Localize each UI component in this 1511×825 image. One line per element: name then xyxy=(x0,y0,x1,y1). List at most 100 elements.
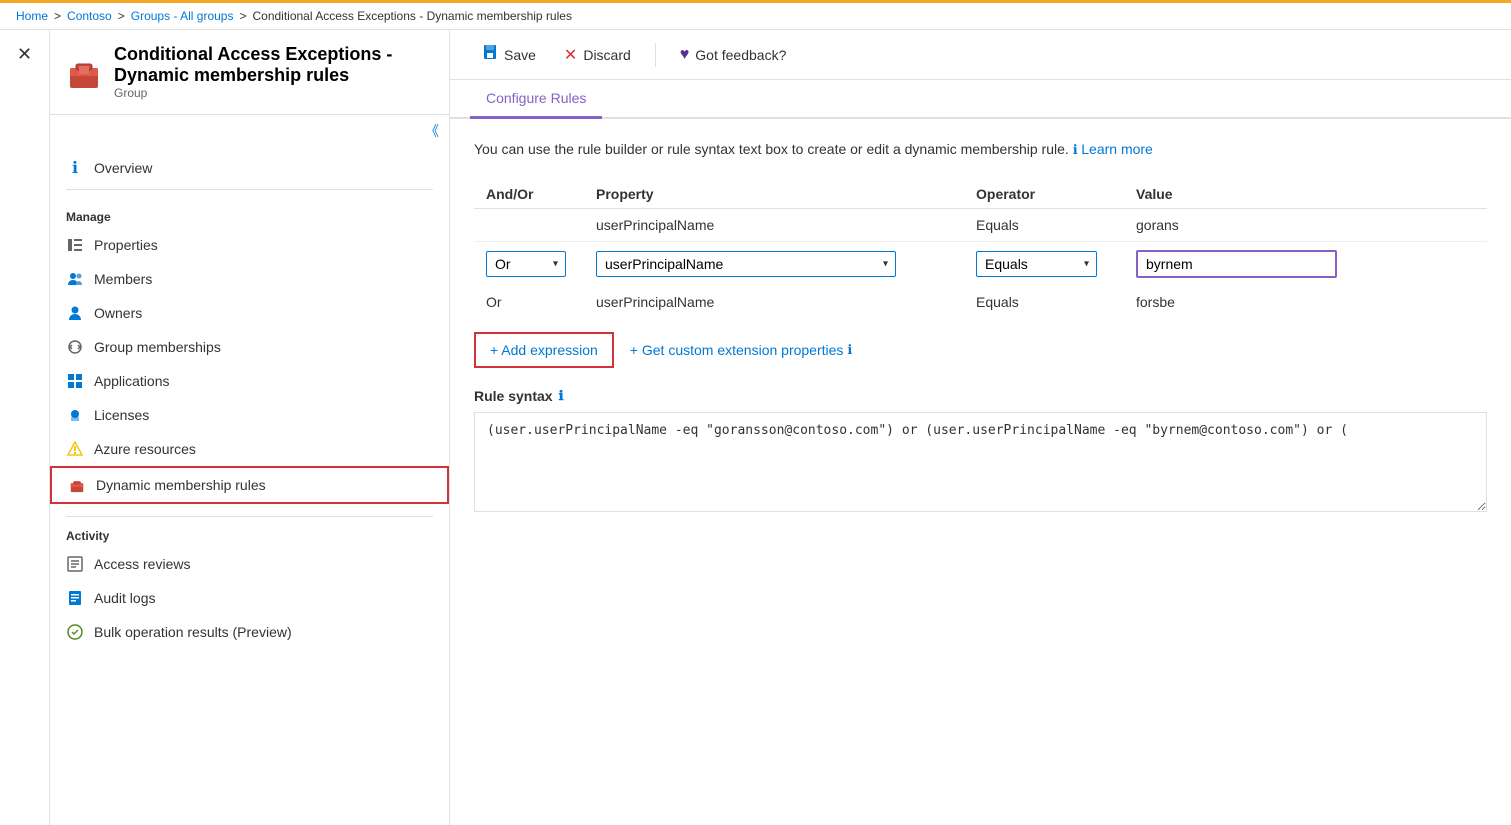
row3-andor: Or xyxy=(474,286,584,318)
nav-section-overview: ℹ Overview xyxy=(50,147,449,198)
custom-info-icon[interactable]: ℹ xyxy=(847,342,852,358)
row2-value-cell xyxy=(1124,242,1487,287)
row3-value: forsbe xyxy=(1124,286,1487,318)
breadcrumb-current: Conditional Access Exceptions - Dynamic … xyxy=(252,9,571,23)
content-area: You can use the rule builder or rule syn… xyxy=(450,119,1511,825)
azure-resources-icon xyxy=(66,440,84,458)
save-button[interactable]: Save xyxy=(470,38,548,71)
breadcrumb-groups[interactable]: Groups - All groups xyxy=(131,9,234,23)
description-text: You can use the rule builder or rule syn… xyxy=(474,139,1487,160)
licenses-icon xyxy=(66,406,84,424)
row2-property-cell: userPrincipalName displayName mail depar… xyxy=(584,242,964,287)
row2-operator-cell: Equals Not Equals Contains Not Contains … xyxy=(964,242,1124,287)
sidebar-item-properties[interactable]: Properties xyxy=(50,228,449,262)
sidebar-item-label: Audit logs xyxy=(94,590,155,606)
row3-property: userPrincipalName xyxy=(584,286,964,318)
info-icon: ℹ xyxy=(66,159,84,177)
breadcrumb: Home > Contoso > Groups - All groups > C… xyxy=(0,0,1511,30)
main-content: Save ✕ Discard ♥ Got feedback? Configure… xyxy=(450,30,1511,825)
rules-table: And/Or Property Operator Value userPrinc… xyxy=(474,180,1487,318)
owners-icon xyxy=(66,304,84,322)
col-header-property: Property xyxy=(584,180,964,209)
sidebar-item-access-reviews[interactable]: Access reviews xyxy=(50,547,449,581)
rule-syntax-info-icon[interactable]: ℹ xyxy=(559,388,564,404)
col-header-value: Value xyxy=(1124,180,1487,209)
applications-icon xyxy=(66,372,84,390)
sidebar-item-group-memberships[interactable]: Group memberships xyxy=(50,330,449,364)
sidebar-item-applications[interactable]: Applications xyxy=(50,364,449,398)
description-info-icon[interactable]: ℹ xyxy=(1073,142,1082,157)
manage-label: Manage xyxy=(50,202,449,228)
sidebar-item-audit-logs[interactable]: Audit logs xyxy=(50,581,449,615)
row1-property: userPrincipalName xyxy=(584,209,964,242)
sidebar-item-licenses[interactable]: Licenses xyxy=(50,398,449,432)
sidebar-item-overview[interactable]: ℹ Overview xyxy=(50,151,449,185)
sidebar-item-label: Members xyxy=(94,271,152,287)
value-input[interactable] xyxy=(1136,250,1337,278)
operator-select-wrapper: Equals Not Equals Contains Not Contains … xyxy=(976,251,1097,277)
discard-label: Discard xyxy=(583,47,630,63)
nav-section-activity: Activity Access reviews Audit logs Bulk … xyxy=(50,508,449,653)
operator-select[interactable]: Equals Not Equals Contains Not Contains … xyxy=(976,251,1097,277)
sidebar-item-label: Azure resources xyxy=(94,441,196,457)
property-select[interactable]: userPrincipalName displayName mail depar… xyxy=(596,251,896,277)
properties-icon xyxy=(66,236,84,254)
andor-select[interactable]: Or And xyxy=(486,251,566,277)
close-column: ✕ xyxy=(0,30,50,825)
breadcrumb-contoso[interactable]: Contoso xyxy=(67,9,112,23)
sidebar-item-label: Owners xyxy=(94,305,142,321)
feedback-label: Got feedback? xyxy=(695,47,786,63)
feedback-button[interactable]: ♥ Got feedback? xyxy=(668,40,799,70)
sidebar-item-label: Licenses xyxy=(94,407,149,423)
sidebar-item-label: Properties xyxy=(94,237,158,253)
toolbar-divider xyxy=(655,43,656,67)
col-header-andor: And/Or xyxy=(474,180,584,209)
sidebar-collapse-button[interactable]: 《 xyxy=(425,121,439,141)
sidebar-item-label: Dynamic membership rules xyxy=(96,477,266,493)
header-icon xyxy=(66,54,102,90)
activity-label: Activity xyxy=(50,521,449,547)
feedback-icon: ♥ xyxy=(680,46,690,64)
table-row-edit: Or And ▾ userPrincipalName displayName xyxy=(474,242,1487,287)
row3-operator: Equals xyxy=(964,286,1124,318)
sidebar-item-label: Applications xyxy=(94,373,170,389)
row1-andor xyxy=(474,209,584,242)
rule-syntax-textarea[interactable] xyxy=(474,412,1487,512)
tab-configure-rules[interactable]: Configure Rules xyxy=(470,80,602,119)
page-subtitle: Group xyxy=(114,86,433,100)
discard-button[interactable]: ✕ Discard xyxy=(552,39,643,71)
nav-divider-activity xyxy=(66,516,433,517)
row2-andor-cell: Or And ▾ xyxy=(474,242,584,287)
nav-section-manage: Manage Properties Members Owners xyxy=(50,198,449,508)
page-title: Conditional Access Exceptions - Dynamic … xyxy=(114,44,433,86)
members-icon xyxy=(66,270,84,288)
sidebar-item-label: Group memberships xyxy=(94,339,221,355)
page-header: Conditional Access Exceptions - Dynamic … xyxy=(50,30,449,115)
sidebar-item-bulk-operations[interactable]: Bulk operation results (Preview) xyxy=(50,615,449,649)
property-select-wrapper: userPrincipalName displayName mail depar… xyxy=(596,251,896,277)
row1-value: gorans xyxy=(1124,209,1487,242)
sidebar-item-azure-resources[interactable]: Azure resources xyxy=(50,432,449,466)
tabs-bar: Configure Rules xyxy=(450,80,1511,119)
get-custom-label: + Get custom extension properties xyxy=(630,342,844,358)
sidebar-item-dynamic-membership[interactable]: Dynamic membership rules xyxy=(50,466,449,504)
close-button[interactable]: ✕ xyxy=(9,40,40,69)
breadcrumb-home[interactable]: Home xyxy=(16,9,48,23)
add-expression-button[interactable]: + Add expression xyxy=(474,332,614,368)
group-memberships-icon xyxy=(66,338,84,356)
access-reviews-icon xyxy=(66,555,84,573)
col-header-operator: Operator xyxy=(964,180,1124,209)
sidebar-item-label: Overview xyxy=(94,160,152,176)
row1-operator: Equals xyxy=(964,209,1124,242)
andor-select-wrapper: Or And ▾ xyxy=(486,251,566,277)
nav-divider-manage xyxy=(66,189,433,190)
learn-more-link[interactable]: Learn more xyxy=(1081,141,1153,157)
get-custom-properties-button[interactable]: + Get custom extension properties ℹ xyxy=(630,342,853,358)
sidebar: Conditional Access Exceptions - Dynamic … xyxy=(50,30,450,825)
save-label: Save xyxy=(504,47,536,63)
sidebar-item-owners[interactable]: Owners xyxy=(50,296,449,330)
audit-logs-icon xyxy=(66,589,84,607)
sidebar-item-members[interactable]: Members xyxy=(50,262,449,296)
sidebar-item-label: Bulk operation results (Preview) xyxy=(94,624,292,640)
sidebar-collapse-area: 《 xyxy=(50,115,449,147)
